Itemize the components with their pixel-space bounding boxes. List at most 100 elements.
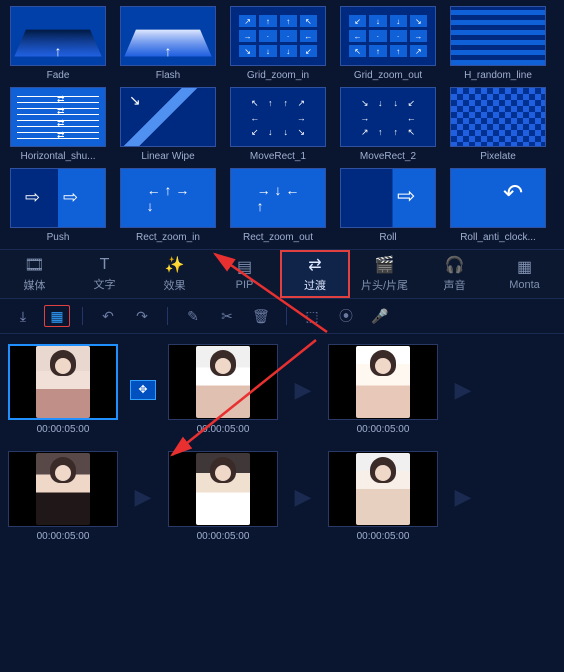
transition-h-random-line[interactable]: H_random_line: [448, 6, 548, 81]
transition-rect-zoom-in[interactable]: ← ↑ →↓ Rect_zoom_in: [118, 168, 218, 243]
transition-thumb: ↖↑↑↗←→↙↓↓↘: [230, 87, 326, 147]
transition-label: Grid_zoom_out: [340, 70, 436, 81]
transition-label: MoveRect_2: [340, 151, 436, 162]
arrow-right-icon: ▶: [455, 377, 472, 403]
separator: [167, 307, 168, 325]
transition-thumb: [10, 168, 106, 228]
arrow-right-icon: ▶: [135, 484, 152, 510]
transition-label: Roll: [340, 232, 436, 243]
clip-frame: [8, 344, 118, 420]
transition-roll[interactable]: Roll: [338, 168, 438, 243]
zoom-fit-icon[interactable]: ⤓: [10, 305, 36, 327]
tab-montage[interactable]: ▦Monta: [490, 250, 560, 298]
tab-text[interactable]: T文字: [70, 250, 140, 298]
clip[interactable]: 00:00:05:00: [328, 344, 438, 435]
transition-thumb: → ↓ ←↑: [230, 168, 326, 228]
transition-grid-zoom-in[interactable]: ↗↑↑↖→··←↘↓↓↙ Grid_zoom_in: [228, 6, 328, 81]
record-button[interactable]: ⦿: [333, 305, 359, 327]
transition-horizontal-shuffle[interactable]: Horizontal_shu...: [8, 87, 108, 162]
clip-duration: 00:00:05:00: [37, 531, 90, 542]
separator: [82, 307, 83, 325]
transition-thumb: [120, 6, 216, 66]
tab-transition[interactable]: ⇄过渡: [280, 250, 350, 298]
transition-thumb: [450, 87, 546, 147]
storyboard-view-button[interactable]: ▦: [44, 305, 70, 327]
arrow-right-icon: ▶: [295, 377, 312, 403]
transition-thumb: [10, 6, 106, 66]
transition-thumb: [450, 168, 546, 228]
wand-icon: ✨: [165, 255, 185, 275]
crop-button[interactable]: ⬚: [299, 305, 325, 327]
clip[interactable]: 00:00:05:00: [8, 344, 118, 435]
transition-thumb: [10, 87, 106, 147]
text-icon: T: [100, 256, 110, 274]
clip-frame: [328, 344, 438, 420]
clip-thumbnail: [356, 346, 410, 418]
transition-moverect-1[interactable]: ↖↑↑↗←→↙↓↓↘ MoveRect_1: [228, 87, 328, 162]
transition-push[interactable]: Push: [8, 168, 108, 243]
undo-button[interactable]: ↶: [95, 305, 121, 327]
transition-slot[interactable]: ▶: [288, 352, 318, 428]
transition-slot[interactable]: ▶: [448, 459, 478, 535]
edit-button[interactable]: ✎: [180, 305, 206, 327]
delete-button[interactable]: 🗑: [248, 305, 274, 327]
transition-label: Fade: [10, 70, 106, 81]
clip-frame: [168, 344, 278, 420]
separator: [286, 307, 287, 325]
transition-slot[interactable]: ✥: [128, 352, 158, 428]
clip[interactable]: 00:00:05:00: [168, 344, 278, 435]
transition-flash[interactable]: Flash: [118, 6, 218, 81]
tab-sound[interactable]: 🎧声音: [420, 250, 490, 298]
clip-thumbnail: [356, 453, 410, 525]
clip[interactable]: 00:00:05:00: [8, 451, 118, 542]
headphones-icon: 🎧: [445, 255, 465, 275]
transition-label: Horizontal_shu...: [10, 151, 106, 162]
transition-slot[interactable]: ▶: [288, 459, 318, 535]
transition-label: Pixelate: [450, 151, 546, 162]
transition-roll-anti-clock[interactable]: Roll_anti_clock...: [448, 168, 548, 243]
transition-rect-zoom-out[interactable]: → ↓ ←↑ Rect_zoom_out: [228, 168, 328, 243]
timeline-toolbar: ⤓ ▦ ↶ ↷ ✎ ✂ 🗑 ⬚ ⦿ 🎤: [0, 299, 564, 334]
transition-label: Rect_zoom_out: [230, 232, 326, 243]
main-toolbar: 🎞媒体 T文字 ✨效果 ▤PIP ⇄过渡 🎬片头/片尾 🎧声音 ▦Monta: [0, 249, 564, 299]
transition-fade[interactable]: Fade: [8, 6, 108, 81]
transition-pixelate[interactable]: Pixelate: [448, 87, 548, 162]
transition-thumb: [340, 168, 436, 228]
transition-label: Linear Wipe: [120, 151, 216, 162]
tab-effects[interactable]: ✨效果: [140, 250, 210, 298]
tab-intro-outro[interactable]: 🎬片头/片尾: [350, 250, 420, 298]
transition-thumb: ↗↑↑↖→··←↘↓↓↙: [230, 6, 326, 66]
redo-button[interactable]: ↷: [129, 305, 155, 327]
film-icon: 🎞: [24, 255, 44, 275]
transition-moverect-2[interactable]: ↘↓↓↙→←↗↑↑↖ MoveRect_2: [338, 87, 438, 162]
transition-label: H_random_line: [450, 70, 546, 81]
clip[interactable]: 00:00:05:00: [168, 451, 278, 542]
transition-icon: ⇄: [308, 255, 321, 275]
storyboard-row: 00:00:05:00 ▶ 00:00:05:00 ▶ 00:00:05:00 …: [8, 451, 556, 542]
transition-thumb: ← ↑ →↓: [120, 168, 216, 228]
clip-thumbnail: [196, 346, 250, 418]
tab-pip[interactable]: ▤PIP: [210, 250, 280, 298]
clip-duration: 00:00:05:00: [357, 531, 410, 542]
transition-slot[interactable]: ▶: [448, 352, 478, 428]
transition-thumb: [450, 6, 546, 66]
storyboard: 00:00:05:00 ✥ 00:00:05:00 ▶ 00:00:05:00 …: [0, 334, 564, 552]
clip-thumbnail: [196, 453, 250, 525]
transition-slot[interactable]: ▶: [128, 459, 158, 535]
tab-media[interactable]: 🎞媒体: [0, 250, 70, 298]
transitions-panel: Fade Flash ↗↑↑↖→··←↘↓↓↙ Grid_zoom_in ↙↓↓…: [0, 0, 564, 249]
transition-linear-wipe[interactable]: Linear Wipe: [118, 87, 218, 162]
clip-frame: [168, 451, 278, 527]
transition-grid-zoom-out[interactable]: ↙↓↓↘←··→↖↑↑↗ Grid_zoom_out: [338, 6, 438, 81]
voiceover-button[interactable]: 🎤: [367, 305, 393, 327]
cut-button[interactable]: ✂: [214, 305, 240, 327]
clip-duration: 00:00:05:00: [357, 424, 410, 435]
clip-duration: 00:00:05:00: [197, 424, 250, 435]
arrow-right-icon: ▶: [295, 484, 312, 510]
clip-frame: [8, 451, 118, 527]
clip[interactable]: 00:00:05:00: [328, 451, 438, 542]
applied-transition-icon: ✥: [130, 380, 156, 400]
transition-label: Grid_zoom_in: [230, 70, 326, 81]
transition-label: Rect_zoom_in: [120, 232, 216, 243]
transition-label: MoveRect_1: [230, 151, 326, 162]
